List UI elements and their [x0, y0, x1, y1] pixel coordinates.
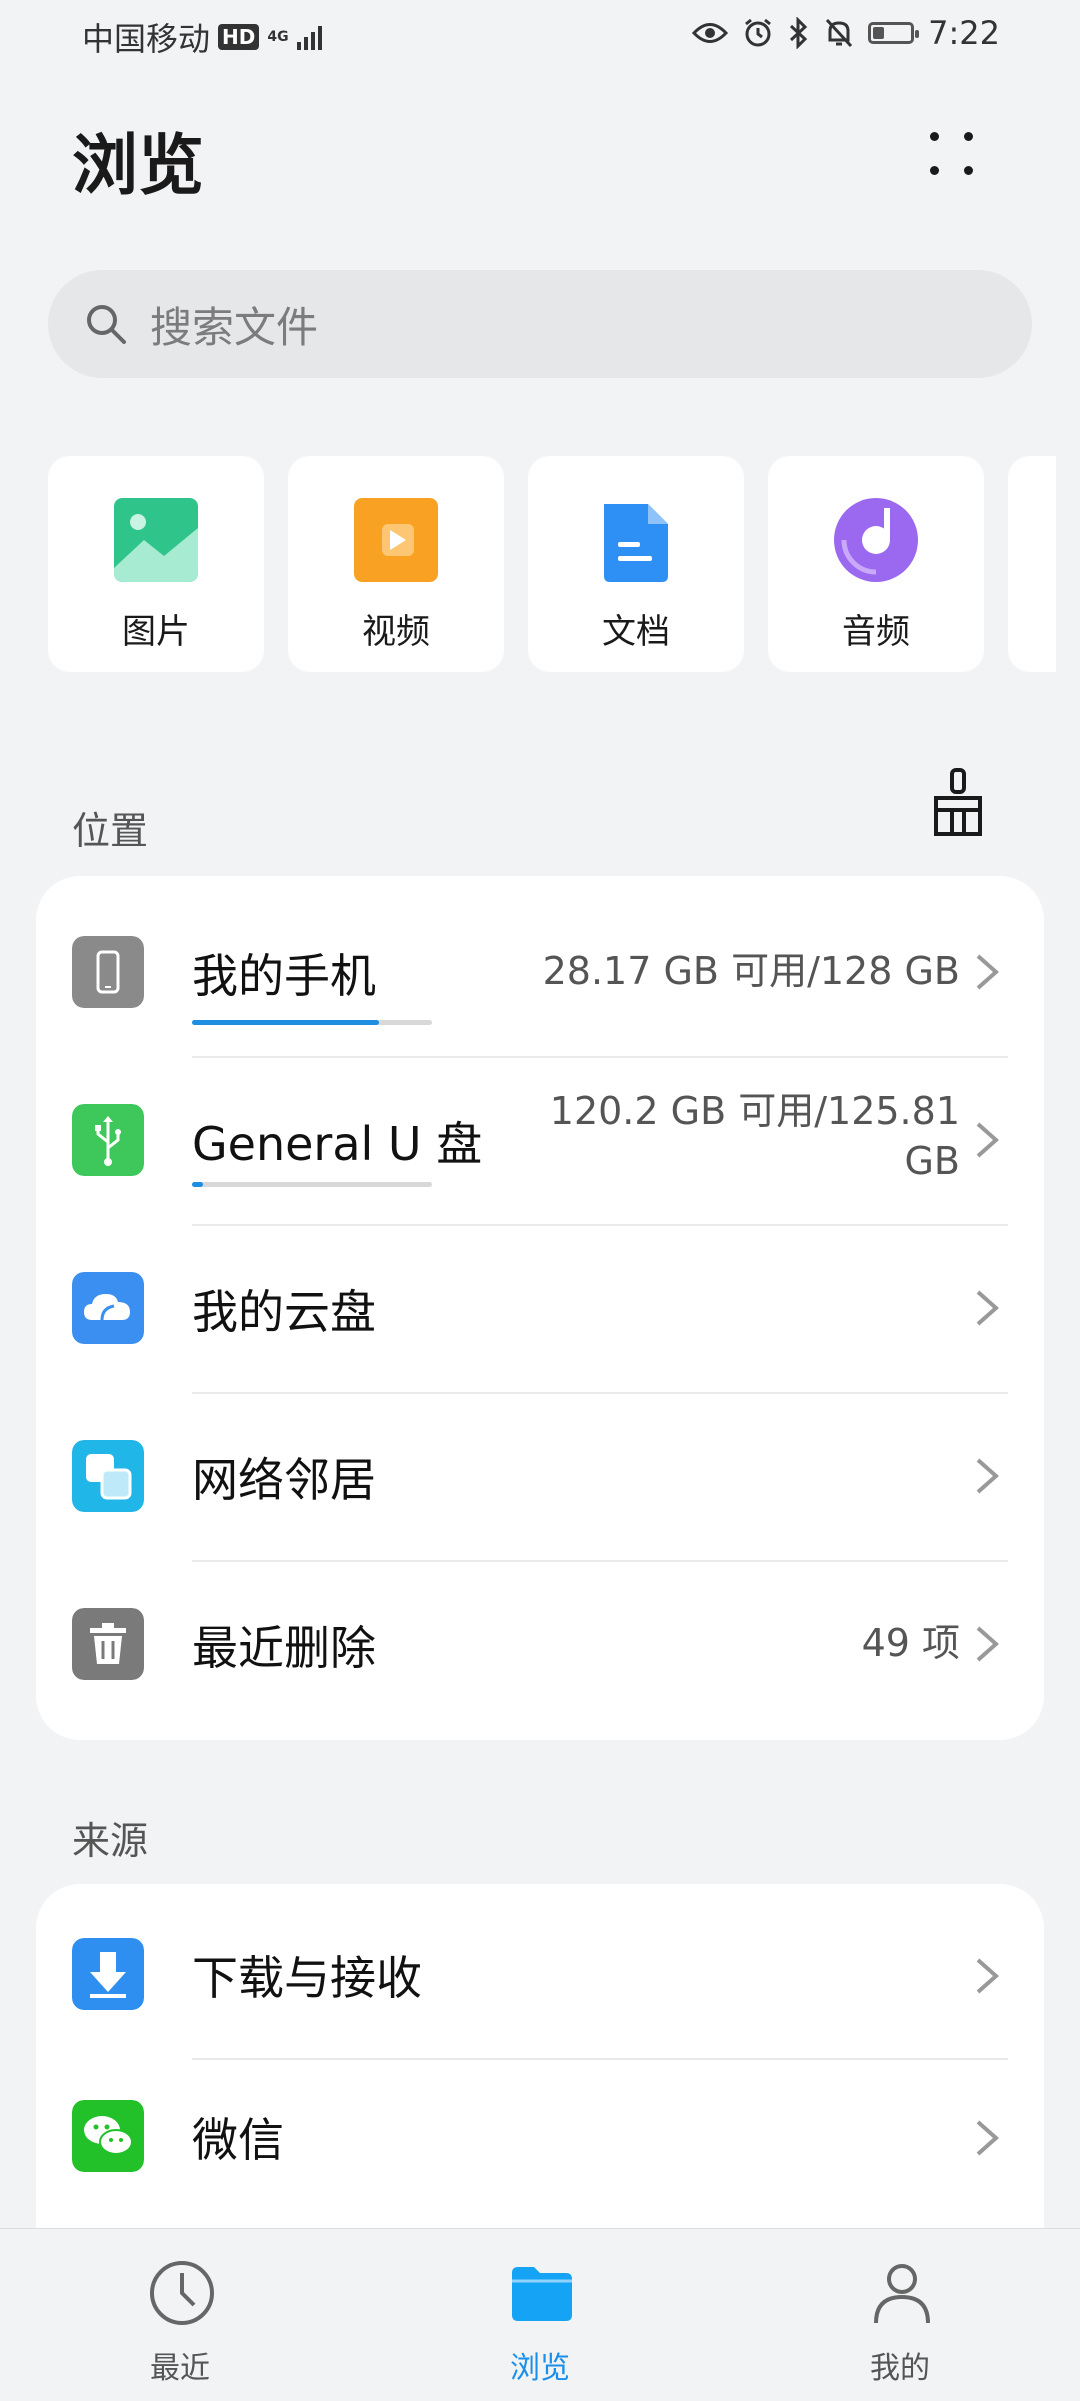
trash-icon	[72, 1608, 144, 1680]
image-icon	[114, 498, 198, 582]
storage-progress-fill	[192, 1182, 203, 1187]
hd-badge: HD	[218, 24, 260, 50]
location-title: 最近删除	[192, 1621, 376, 1675]
person-icon	[874, 2264, 930, 2324]
search-input[interactable]: 搜索文件	[48, 270, 1032, 378]
mute-icon	[826, 18, 853, 48]
network-icon	[72, 1440, 144, 1512]
tab-mine[interactable]: 我的	[720, 2229, 1080, 2401]
clean-icon[interactable]	[930, 768, 986, 836]
storage-progress-bar	[192, 1020, 432, 1025]
tab-browse[interactable]: 浏览	[360, 2229, 720, 2401]
bottom-tab-bar: 最近 浏览 我的	[0, 2228, 1080, 2401]
phone-icon	[72, 936, 144, 1008]
location-item-cloud[interactable]: 我的云盘	[36, 1224, 1044, 1392]
document-icon	[604, 504, 668, 582]
location-title: 我的手机	[192, 949, 376, 1003]
tab-recent[interactable]: 最近	[0, 2229, 360, 2401]
source-title: 微信	[192, 2113, 284, 2167]
chevron-right-icon	[976, 2120, 1000, 2156]
location-item-phone[interactable]: 我的手机 28.17 GB 可用/128 GB	[36, 888, 1044, 1056]
download-icon	[72, 1938, 144, 2010]
network-type: 4G	[267, 29, 289, 45]
tab-label: 最近	[150, 2351, 210, 2386]
status-right: 7:22	[692, 14, 1000, 52]
category-label: 视频	[362, 612, 430, 652]
category-videos[interactable]: 视频	[288, 456, 504, 672]
locations-card: 我的手机 28.17 GB 可用/128 GB General U 盘 120.…	[36, 876, 1044, 1740]
location-title: General U 盘	[192, 1117, 483, 1171]
category-label: 文档	[602, 612, 670, 652]
category-documents[interactable]: 文档	[528, 456, 744, 672]
battery-icon	[868, 22, 920, 44]
signal-icon	[296, 24, 322, 50]
chevron-right-icon	[976, 1458, 1000, 1494]
source-item-downloads[interactable]: 下载与接收	[36, 1884, 1044, 2052]
clock-icon	[150, 2261, 214, 2325]
sources-section-title: 来源	[72, 1819, 149, 1863]
chevron-right-icon	[976, 1626, 1000, 1662]
folder-icon	[512, 2267, 572, 2321]
location-item-network[interactable]: 网络邻居	[36, 1392, 1044, 1560]
item-count: 49 项	[861, 1621, 960, 1665]
status-bar: 中国移动 HD 4G 7:22	[0, 0, 1080, 72]
category-images[interactable]: 图片	[48, 456, 264, 672]
cloud-icon	[72, 1272, 144, 1344]
audio-icon	[834, 498, 918, 582]
storage-progress-fill	[192, 1020, 380, 1025]
carrier-label: 中国移动	[82, 20, 211, 58]
tab-label: 浏览	[510, 2351, 570, 2386]
category-audio[interactable]: 音频	[768, 456, 984, 672]
search-icon	[84, 302, 128, 346]
storage-info: 28.17 GB 可用/128 GB	[542, 949, 960, 993]
video-icon	[354, 498, 438, 582]
bluetooth-icon	[790, 17, 808, 49]
chevron-right-icon	[976, 954, 1000, 990]
category-more[interactable]	[1008, 456, 1056, 672]
source-title: 下载与接收	[192, 1951, 422, 2005]
sources-card: 下载与接收 微信	[36, 1884, 1044, 2284]
chevron-right-icon	[976, 1958, 1000, 1994]
category-label: 音频	[842, 612, 910, 652]
source-item-wechat[interactable]: 微信	[36, 2058, 1044, 2226]
location-item-usb[interactable]: General U 盘 120.2 GB 可用/125.81 GB	[36, 1056, 1044, 1224]
chevron-right-icon	[976, 1290, 1000, 1326]
location-item-recently-deleted[interactable]: 最近删除 49 项	[36, 1560, 1044, 1728]
alarm-icon	[745, 18, 772, 47]
wechat-icon	[72, 2100, 144, 2172]
storage-info: 120.2 GB 可用/125.81 GB	[549, 1089, 960, 1183]
battery-fill	[873, 27, 884, 39]
tab-label: 我的	[870, 2351, 930, 2386]
page-title: 浏览	[72, 127, 204, 204]
locations-section-title: 位置	[72, 809, 149, 853]
storage-progress-bar	[192, 1182, 432, 1187]
search-placeholder: 搜索文件	[150, 302, 319, 352]
location-title: 网络邻居	[192, 1453, 376, 1507]
chevron-right-icon	[976, 1122, 1000, 1158]
status-left: 中国移动 HD 4G	[82, 14, 322, 60]
location-title: 我的云盘	[192, 1285, 376, 1339]
eye-icon	[692, 23, 729, 43]
usb-icon	[72, 1104, 144, 1176]
more-options-icon[interactable]	[926, 128, 978, 180]
category-row[interactable]: 图片 视频 文档 音频	[48, 456, 1056, 672]
category-label: 图片	[122, 612, 190, 652]
clock-time: 7:22	[928, 14, 1000, 52]
